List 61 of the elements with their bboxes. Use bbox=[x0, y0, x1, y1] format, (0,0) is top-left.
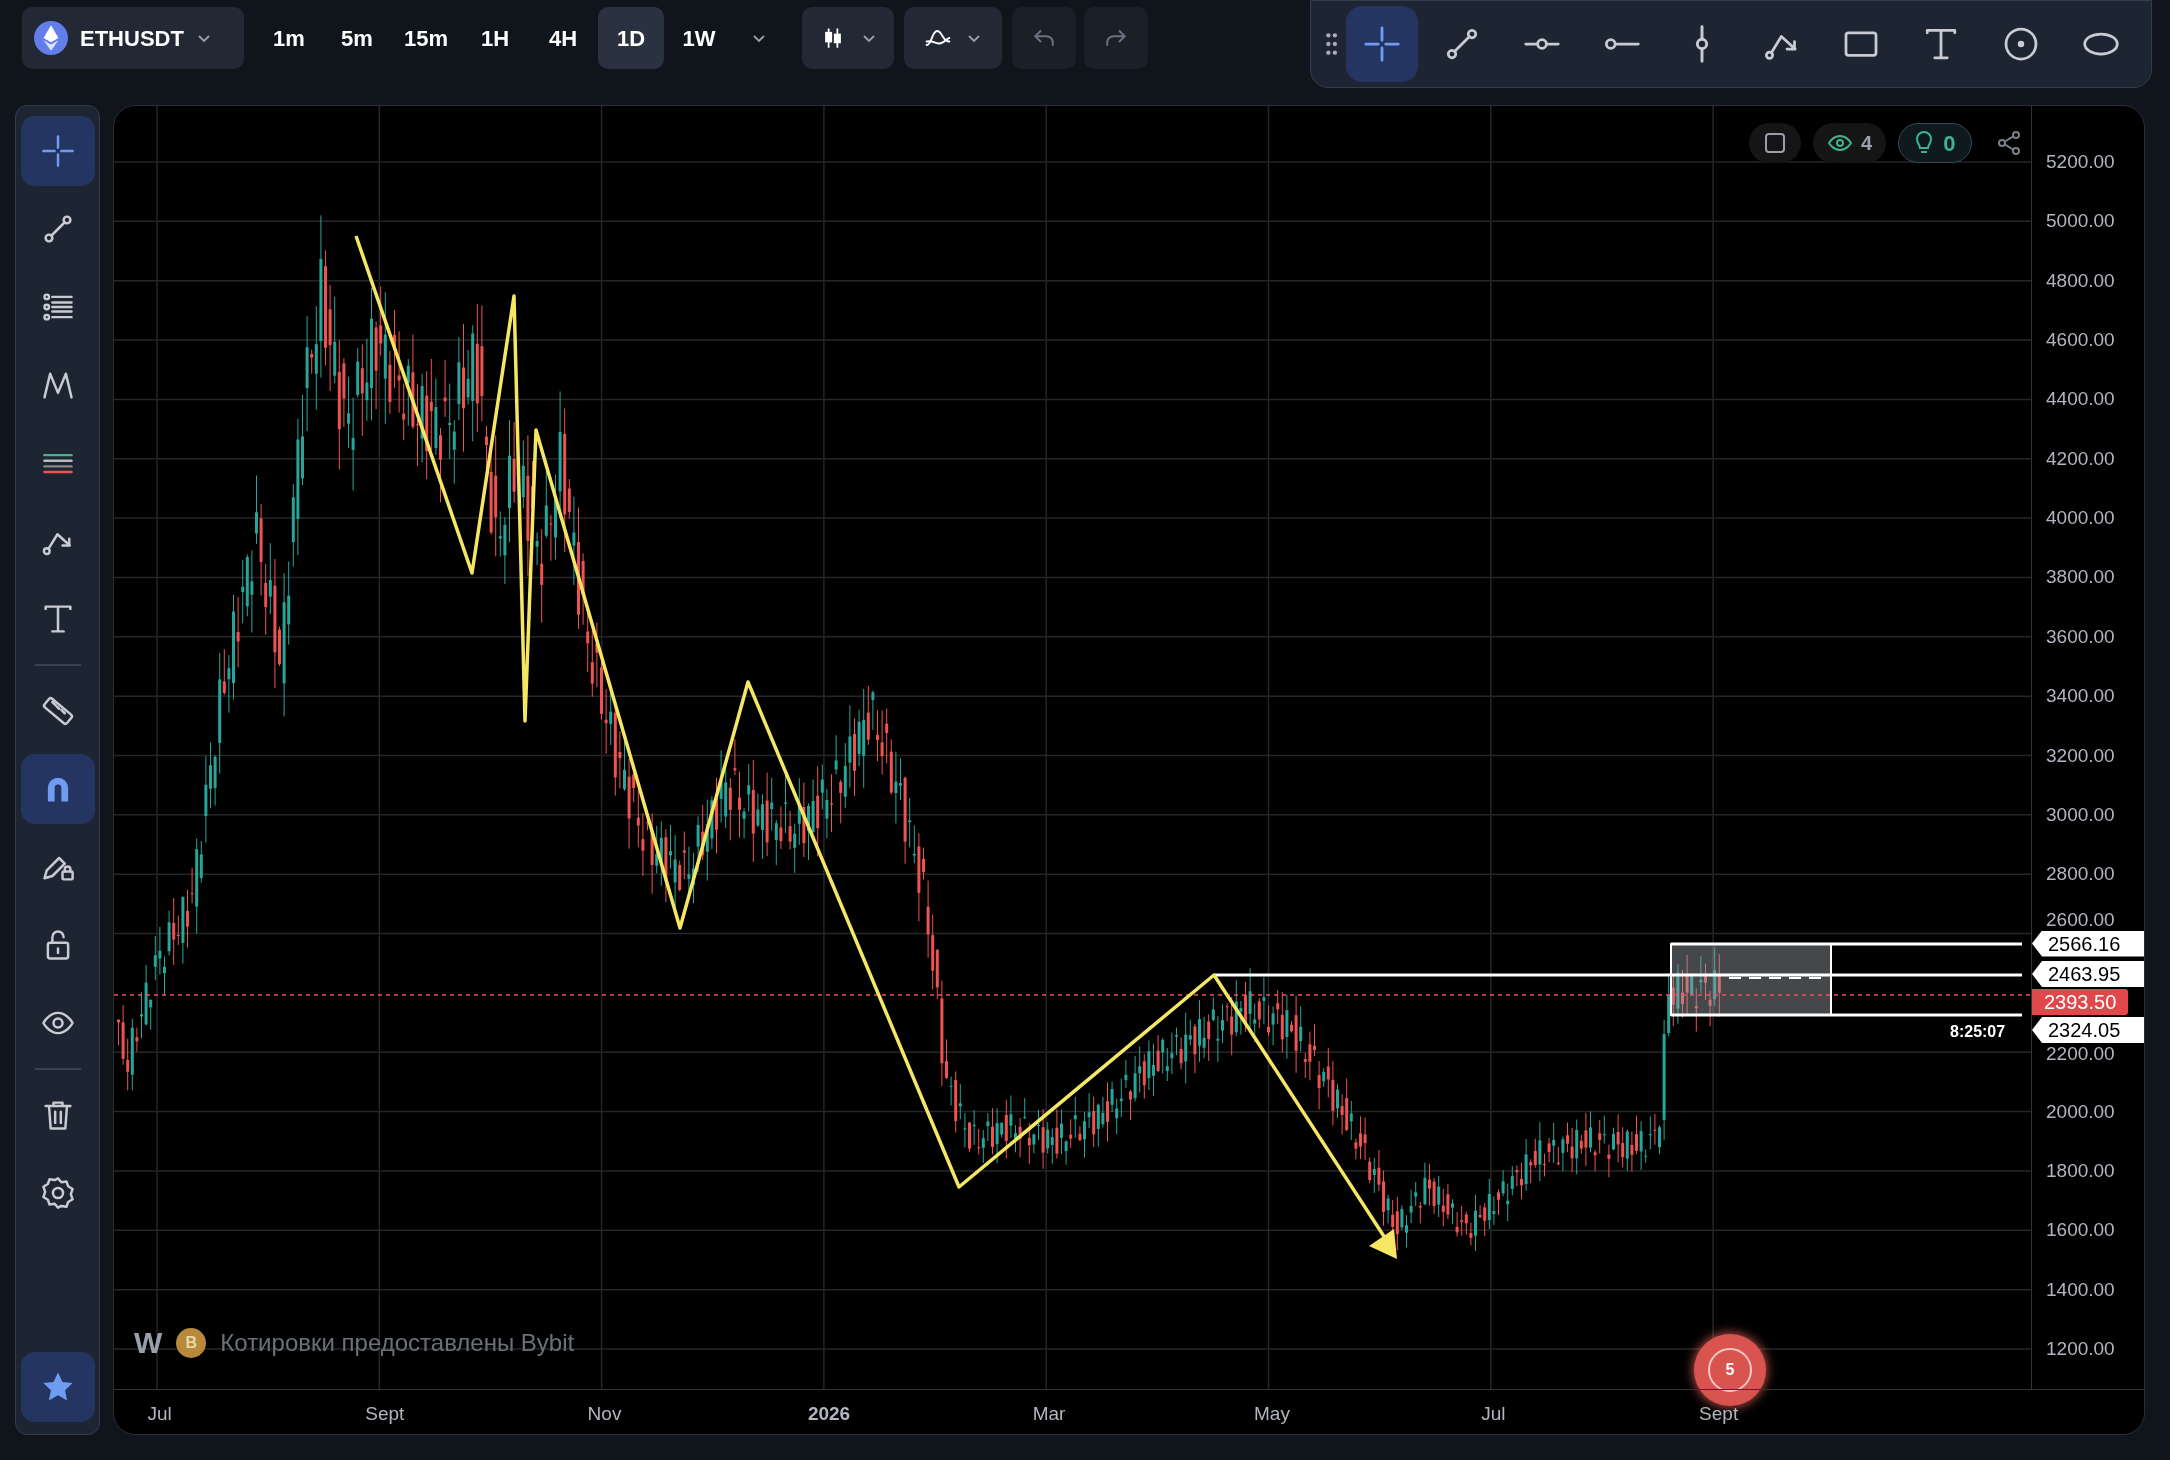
share-icon bbox=[1996, 130, 2023, 156]
price-label: 4800.00 bbox=[2046, 270, 2115, 291]
price-label: 4000.00 bbox=[2046, 508, 2115, 529]
price-label: 2800.00 bbox=[2046, 864, 2115, 885]
price-label: 3400.00 bbox=[2046, 686, 2115, 707]
price-label: 1800.00 bbox=[2046, 1160, 2115, 1181]
price-tag: 2324.05 bbox=[2032, 1016, 2144, 1043]
price-label: 1400.00 bbox=[2046, 1279, 2115, 1300]
ideas-count-button[interactable]: 0 bbox=[1898, 123, 1973, 163]
timeframe-tab[interactable]: 4H bbox=[530, 7, 597, 69]
drag-handle-icon[interactable] bbox=[1325, 31, 1339, 57]
chart-type-button[interactable] bbox=[802, 7, 895, 69]
exchange-logo: B bbox=[176, 1327, 207, 1358]
time-label: May bbox=[1254, 1402, 1290, 1426]
price-label: 1600.00 bbox=[2046, 1220, 2115, 1241]
square-icon bbox=[1763, 131, 1787, 155]
coin-icon bbox=[34, 21, 68, 55]
toolbar-button[interactable] bbox=[20, 1352, 95, 1422]
notification-badge[interactable]: 5 bbox=[1694, 1334, 1766, 1406]
price-tag: 2566.16 bbox=[2032, 930, 2144, 957]
price-label: 2200.00 bbox=[2046, 1043, 2115, 1064]
timeframe-tab[interactable]: 1D bbox=[598, 7, 665, 69]
time-label: Sept bbox=[365, 1402, 405, 1426]
price-label: 2000.00 bbox=[2046, 1101, 2115, 1122]
vertical-line-icon bbox=[1693, 24, 1710, 64]
timeframe-tab[interactable]: 1m bbox=[256, 7, 322, 69]
indicators-button[interactable] bbox=[904, 7, 1003, 69]
price-label: 3600.00 bbox=[2046, 626, 2115, 647]
price-label: 5200.00 bbox=[2046, 152, 2115, 172]
price-label: 4200.00 bbox=[2046, 448, 2115, 469]
time-label: Jul bbox=[1481, 1402, 1506, 1426]
price-label: 3000.00 bbox=[2046, 804, 2115, 825]
time-label: Mar bbox=[1032, 1402, 1066, 1426]
settings-icon bbox=[39, 1175, 76, 1211]
attribution-text: Котировки предоставлены Bybit bbox=[220, 1327, 575, 1358]
price-tag: 2393.50 bbox=[2032, 988, 2128, 1015]
logo-mark: W bbox=[134, 1325, 163, 1361]
layout-toggle-button[interactable] bbox=[1749, 123, 1801, 163]
drawing-tool-button[interactable] bbox=[1346, 6, 1419, 82]
price-label: 3800.00 bbox=[2046, 567, 2115, 588]
timeframe-tab[interactable]: 5m bbox=[324, 7, 390, 69]
price-label: 4600.00 bbox=[2046, 330, 2115, 351]
symbol-selector[interactable]: ETHUSDT bbox=[22, 7, 244, 69]
timeframe-tab[interactable]: 1W bbox=[666, 7, 733, 69]
crosshair-icon bbox=[39, 133, 76, 169]
countdown-timer: 8:25:07 bbox=[1950, 1022, 2006, 1042]
timeframe-tab[interactable]: 1H bbox=[462, 7, 529, 69]
price-label: 5000.00 bbox=[2046, 211, 2115, 232]
time-label: Nov bbox=[587, 1402, 622, 1426]
visibility-count-button[interactable]: 4 bbox=[1813, 123, 1887, 163]
time-label: Jul bbox=[147, 1402, 172, 1426]
price-label: 2600.00 bbox=[2046, 909, 2115, 930]
price-label: 4400.00 bbox=[2046, 389, 2115, 410]
price-tag: 2463.95 bbox=[2032, 960, 2144, 987]
eye-icon bbox=[1827, 133, 1853, 153]
price-label: 3200.00 bbox=[2046, 745, 2115, 766]
lightbulb-icon bbox=[1915, 130, 1934, 156]
time-label: 2026 bbox=[807, 1402, 851, 1426]
price-label: 1200.00 bbox=[2046, 1339, 2115, 1359]
timeframe-tab[interactable]: 15m bbox=[392, 7, 461, 69]
toolbar-button[interactable] bbox=[20, 754, 95, 824]
